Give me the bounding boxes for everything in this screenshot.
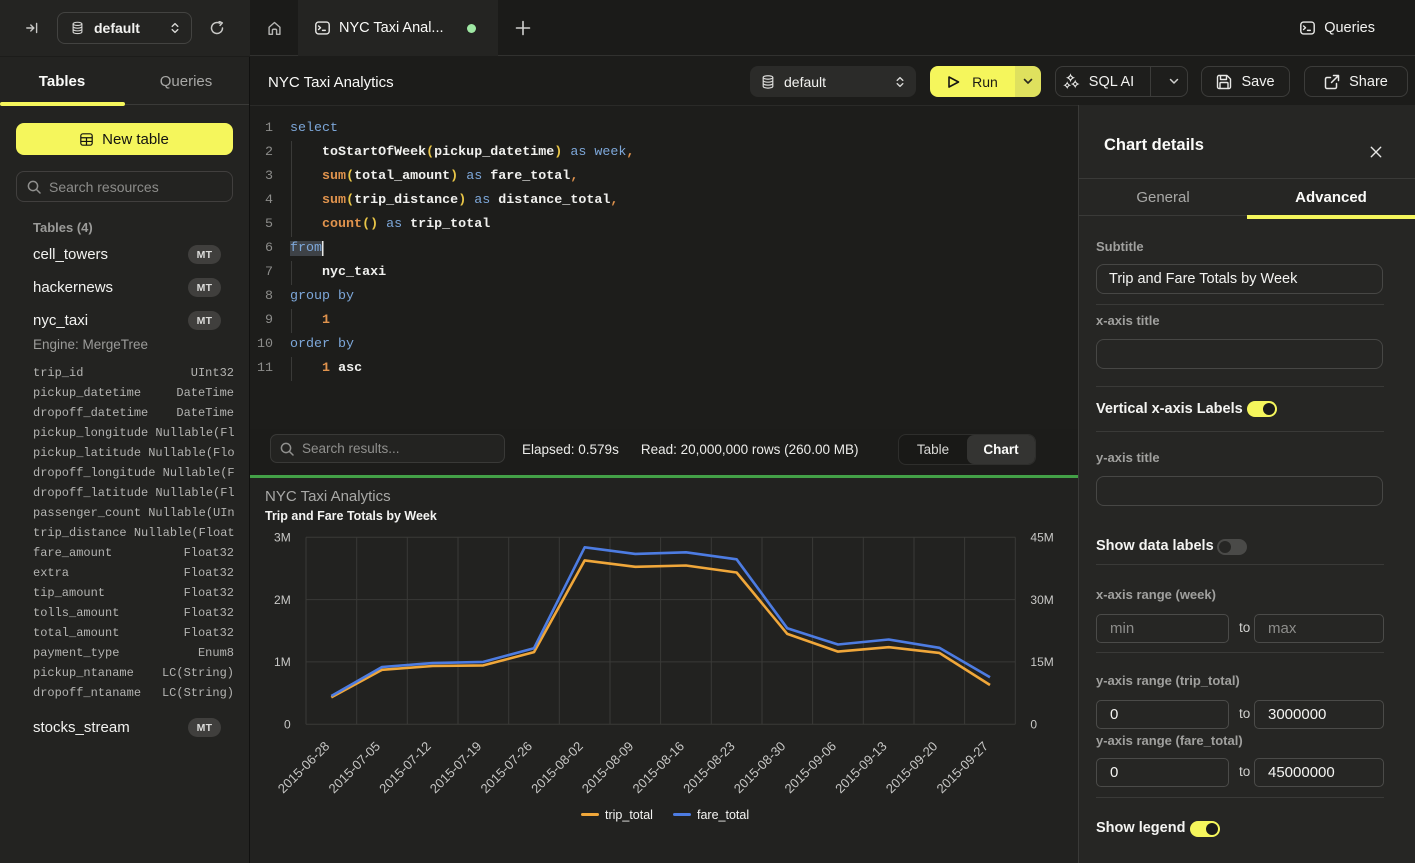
svg-text:2015-07-05: 2015-07-05 <box>325 739 383 797</box>
svg-text:2015-09-20: 2015-09-20 <box>883 739 941 797</box>
svg-text:2015-08-02: 2015-08-02 <box>528 739 586 797</box>
svg-text:2015-07-12: 2015-07-12 <box>376 739 434 797</box>
svg-text:2015-09-13: 2015-09-13 <box>832 739 890 797</box>
svg-text:2015-07-26: 2015-07-26 <box>477 739 535 797</box>
svg-text:2015-08-30: 2015-08-30 <box>731 739 789 797</box>
svg-text:2015-09-06: 2015-09-06 <box>781 739 839 797</box>
svg-text:2015-08-09: 2015-08-09 <box>579 739 637 797</box>
svg-text:2015-06-28: 2015-06-28 <box>275 739 333 797</box>
svg-text:3M: 3M <box>274 531 291 545</box>
svg-text:15M: 15M <box>1030 655 1053 669</box>
svg-text:45M: 45M <box>1030 531 1053 545</box>
svg-text:0: 0 <box>1030 717 1037 731</box>
svg-text:2015-08-23: 2015-08-23 <box>680 739 738 797</box>
svg-text:2015-09-27: 2015-09-27 <box>933 739 991 797</box>
svg-text:fare_total: fare_total <box>697 808 749 822</box>
svg-text:0: 0 <box>284 717 291 731</box>
svg-text:2015-08-16: 2015-08-16 <box>629 739 687 797</box>
svg-text:2M: 2M <box>274 593 291 607</box>
svg-text:1M: 1M <box>274 655 291 669</box>
svg-text:2015-07-19: 2015-07-19 <box>427 739 485 797</box>
svg-text:trip_total: trip_total <box>605 808 653 822</box>
svg-text:30M: 30M <box>1030 593 1053 607</box>
